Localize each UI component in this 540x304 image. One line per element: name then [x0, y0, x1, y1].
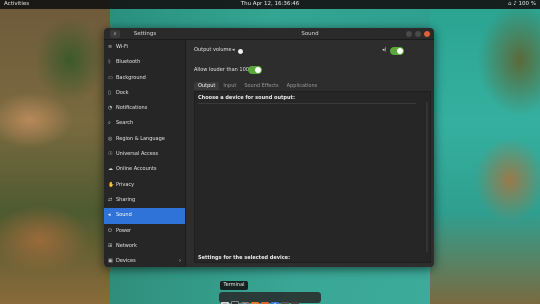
tab-output[interactable]: Output [194, 82, 220, 91]
sidebar: ≋ Wi-Fi ᛒ Bluetooth ▭ Background ▯ Dock ◔ Not… [104, 40, 186, 267]
clock[interactable]: Thu Apr 12, 16:36:46 [0, 0, 540, 9]
output-mute-toggle[interactable] [390, 47, 404, 55]
settings-window: ⌕ Settings Sound ≋ Wi-Fi ᛒ Bluetooth ▭ Back… [104, 28, 434, 267]
top-bar: Activities Thu Apr 12, 16:36:46 ⌂ ♪ 100 … [0, 0, 540, 9]
dock: ▤›⚙◉▲?▭⁙ [219, 292, 321, 304]
scrollbar[interactable] [426, 102, 428, 252]
minimize-button[interactable] [406, 31, 412, 37]
sound-tabs: Output Input Sound Effects Applications [194, 82, 322, 91]
volume-high-icon: ◂) [382, 47, 387, 53]
wallpaper-left [0, 0, 110, 304]
sidebar-item-network[interactable]: ⊞ Network [104, 239, 185, 254]
output-volume-slider[interactable] [238, 49, 243, 54]
bluetooth-icon: ᛒ [108, 59, 112, 66]
sound-panel: Output volume ◂ ◂) Allow louder than 100… [187, 40, 434, 267]
device-settings-heading: Settings for the selected device: [198, 255, 291, 261]
toggle-knob [397, 48, 403, 54]
sidebar-item-universal-access[interactable]: ☉ Universal Access [104, 147, 185, 162]
sidebar-item-notifications[interactable]: ◔ Notifications [104, 101, 185, 116]
maximize-button[interactable] [415, 31, 421, 37]
tab-sound-effects[interactable]: Sound Effects [240, 82, 283, 91]
tab-input[interactable]: Input [219, 82, 241, 91]
sidebar-item-dock[interactable]: ▯ Dock [104, 86, 185, 101]
output-volume-label: Output volume [194, 47, 232, 53]
allow-louder-label: Allow louder than 100% [194, 67, 254, 73]
sidebar-item-wifi[interactable]: ≋ Wi-Fi [104, 40, 185, 55]
choose-device-heading: Choose a device for sound output: [198, 95, 295, 101]
allow-louder-toggle[interactable] [248, 66, 262, 74]
share-icon: ⇄ [108, 196, 113, 203]
system-tray[interactable]: ⌂ ♪ 100 % [508, 0, 536, 9]
background-icon: ▭ [108, 74, 113, 81]
search-icon: ⌕ [108, 120, 111, 127]
settings-title: Settings [133, 31, 157, 37]
dock-tooltip: Terminal [220, 281, 248, 290]
bell-icon: ◔ [108, 105, 113, 112]
close-button[interactable] [424, 31, 430, 37]
speaker-icon: ◂ [108, 212, 111, 219]
sidebar-item-online-accounts[interactable]: ☁ Online Accounts [104, 162, 185, 177]
device-list[interactable] [198, 103, 416, 104]
sidebar-item-devices[interactable]: ▣ Devices › [104, 254, 185, 267]
volume-low-icon: ◂ [232, 47, 235, 53]
title-bar: ⌕ Settings Sound [104, 28, 434, 40]
network-icon: ⊞ [108, 242, 113, 249]
power-icon: ⏻ [108, 227, 112, 234]
devices-icon: ▣ [108, 258, 113, 265]
toggle-knob [255, 67, 261, 73]
output-devices-panel: Choose a device for sound output: Settin… [194, 91, 431, 263]
volume-icon: ♪ [513, 1, 517, 7]
panel-title: Sound [301, 31, 319, 37]
chevron-right-icon: › [179, 258, 181, 265]
dock-icon: ▯ [108, 89, 111, 96]
sidebar-item-power[interactable]: ⏻ Power [104, 224, 185, 239]
wallpaper-right [430, 0, 540, 304]
globe-icon: ◎ [108, 135, 113, 142]
hand-icon: ✋ [108, 181, 115, 188]
sidebar-item-background[interactable]: ▭ Background [104, 71, 185, 86]
wifi-icon: ≋ [108, 44, 113, 50]
accessibility-icon: ☉ [108, 151, 113, 158]
sidebar-item-sound[interactable]: ◂ Sound [104, 208, 185, 224]
tab-applications[interactable]: Applications [282, 82, 322, 91]
sidebar-item-sharing[interactable]: ⇄ Sharing [104, 193, 185, 208]
sidebar-item-privacy[interactable]: ✋ Privacy [104, 178, 185, 193]
network-icon: ⌂ [508, 1, 512, 7]
battery-label: 100 % [518, 1, 536, 7]
cloud-icon: ☁ [108, 166, 113, 173]
sidebar-item-region-language[interactable]: ◎ Region & Language [104, 132, 185, 147]
sidebar-item-bluetooth[interactable]: ᛒ Bluetooth [104, 55, 185, 70]
sidebar-item-search[interactable]: ⌕ Search [104, 116, 185, 131]
